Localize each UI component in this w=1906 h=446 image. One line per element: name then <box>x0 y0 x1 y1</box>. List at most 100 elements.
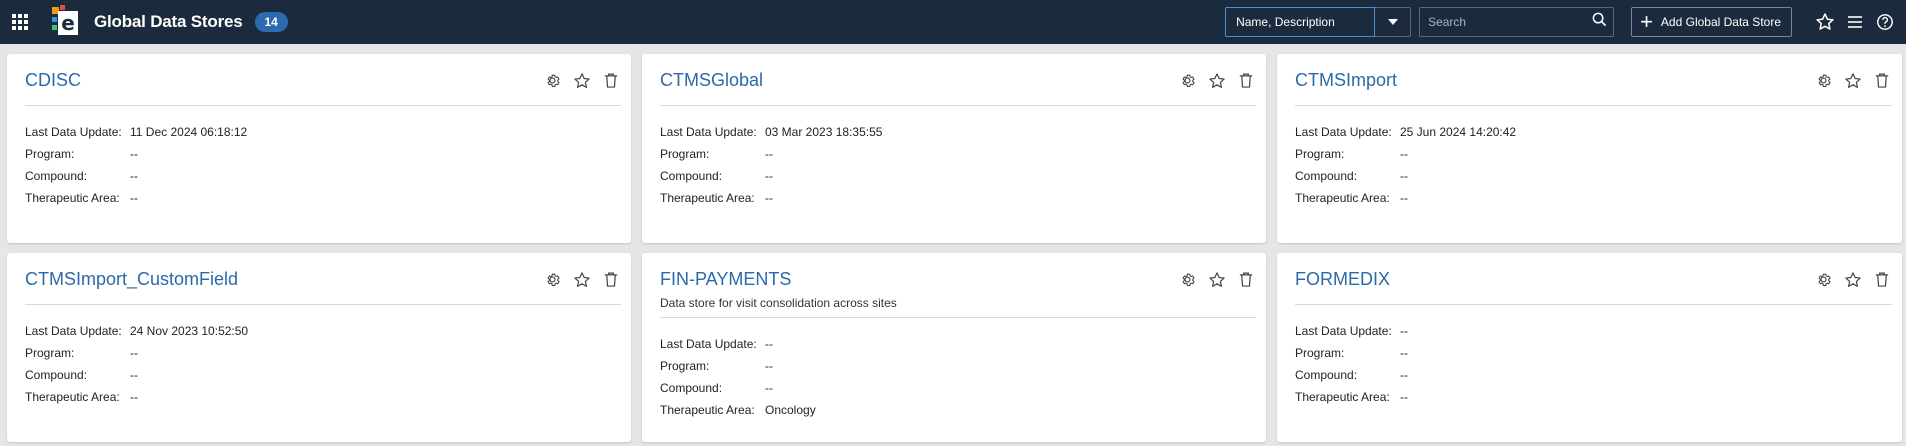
meta-row-therapeutic-area: Therapeutic Area: Oncology <box>660 399 1256 421</box>
meta-row-therapeutic-area: Therapeutic Area: -- <box>660 187 1256 209</box>
meta-label-program: Program: <box>660 147 710 161</box>
meta-row-program: Program: -- <box>1295 143 1892 165</box>
meta-value-compound: -- <box>130 169 138 183</box>
card-header: FIN-PAYMENTS Data store for visit consol… <box>660 253 1256 318</box>
meta-value-program: -- <box>1400 147 1408 161</box>
meta-label-therapeutic: Therapeutic Area: <box>25 191 120 205</box>
trash-icon[interactable] <box>1871 269 1892 290</box>
menu-icon[interactable] <box>1844 11 1866 33</box>
trash-icon[interactable] <box>1871 70 1892 91</box>
meta-value-program: -- <box>130 147 138 161</box>
meta-row-compound: Compound: -- <box>25 364 621 386</box>
meta-row-therapeutic-area: Therapeutic Area: -- <box>25 386 621 408</box>
star-icon[interactable] <box>1842 269 1863 290</box>
meta-value-therapeutic: -- <box>130 390 138 404</box>
card-header: CTMSGlobal <box>660 54 1256 106</box>
card-metadata: Last Data Update: -- Program: -- Compoun… <box>660 318 1256 421</box>
trash-icon[interactable] <box>1235 269 1256 290</box>
data-store-card: CTMSImport_CustomField Last Data Update:… <box>7 253 631 442</box>
card-metadata: Last Data Update: 25 Jun 2024 14:20:42 P… <box>1295 106 1892 209</box>
card-title[interactable]: CDISC <box>25 70 81 91</box>
gear-icon[interactable] <box>542 70 563 91</box>
meta-value-therapeutic: -- <box>765 191 773 205</box>
card-metadata: Last Data Update: 03 Mar 2023 18:35:55 P… <box>660 106 1256 209</box>
meta-label-compound: Compound: <box>1295 169 1358 183</box>
data-store-grid: CDISC Last Data Update: 11 Dec 2024 06:1… <box>0 44 1906 442</box>
data-store-card: CTMSImport Last Data Update: 25 Jun 2024… <box>1277 54 1902 243</box>
card-metadata: Last Data Update: 24 Nov 2023 10:52:50 P… <box>25 305 621 408</box>
meta-value-therapeutic: -- <box>1400 191 1408 205</box>
meta-value-compound: -- <box>765 381 773 395</box>
card-title[interactable]: CTMSImport_CustomField <box>25 269 238 290</box>
card-actions <box>1813 70 1892 91</box>
star-icon[interactable] <box>1206 70 1227 91</box>
meta-label-compound: Compound: <box>1295 368 1358 382</box>
gear-icon[interactable] <box>542 269 563 290</box>
meta-label-program: Program: <box>1295 346 1345 360</box>
search-input[interactable] <box>1428 15 1593 29</box>
top-bar: e Global Data Stores 14 Name, Descriptio… <box>0 0 1906 44</box>
page-title: Global Data Stores <box>94 12 243 31</box>
meta-row-therapeutic-area: Therapeutic Area: -- <box>1295 187 1892 209</box>
gear-icon[interactable] <box>1177 269 1198 290</box>
card-header: CTMSImport <box>1295 54 1892 106</box>
add-button-label: Add Global Data Store <box>1660 15 1781 29</box>
meta-label-compound: Compound: <box>660 169 723 183</box>
add-global-data-store-button[interactable]: + Add Global Data Store <box>1631 7 1792 37</box>
trash-icon[interactable] <box>600 269 621 290</box>
meta-value-last-update: 24 Nov 2023 10:52:50 <box>130 324 249 338</box>
card-header: CTMSImport_CustomField <box>25 253 621 305</box>
meta-row-compound: Compound: -- <box>660 377 1256 399</box>
search-box <box>1419 7 1615 37</box>
meta-row-compound: Compound: -- <box>1295 364 1892 386</box>
meta-row-last-update: Last Data Update: 03 Mar 2023 18:35:55 <box>660 121 1256 143</box>
meta-value-program: -- <box>130 346 138 360</box>
gear-icon[interactable] <box>1177 70 1198 91</box>
meta-row-compound: Compound: -- <box>660 165 1256 187</box>
help-icon[interactable] <box>1874 11 1896 33</box>
meta-row-compound: Compound: -- <box>1295 165 1892 187</box>
meta-label-therapeutic: Therapeutic Area: <box>1295 390 1390 404</box>
meta-label-program: Program: <box>660 359 710 373</box>
meta-value-program: -- <box>1400 346 1408 360</box>
meta-label-therapeutic: Therapeutic Area: <box>660 403 755 417</box>
star-icon[interactable] <box>571 269 592 290</box>
star-icon[interactable] <box>1842 70 1863 91</box>
card-title[interactable]: FORMEDIX <box>1295 269 1390 290</box>
card-title[interactable]: FIN-PAYMENTS <box>660 269 897 290</box>
meta-label-last-update: Last Data Update: <box>1295 324 1392 338</box>
card-description: Data store for visit consolidation acros… <box>660 296 897 310</box>
app-grid-icon[interactable] <box>12 14 28 30</box>
meta-row-last-update: Last Data Update: 24 Nov 2023 10:52:50 <box>25 320 621 342</box>
meta-row-last-update: Last Data Update: 25 Jun 2024 14:20:42 <box>1295 121 1892 143</box>
meta-label-program: Program: <box>1295 147 1345 161</box>
card-header: FORMEDIX <box>1295 253 1892 305</box>
star-icon[interactable] <box>1206 269 1227 290</box>
search-field-select[interactable]: Name, Description <box>1225 7 1376 37</box>
card-actions <box>1813 269 1892 290</box>
trash-icon[interactable] <box>600 70 621 91</box>
gear-icon[interactable] <box>1813 70 1834 91</box>
meta-label-compound: Compound: <box>25 169 88 183</box>
meta-label-therapeutic: Therapeutic Area: <box>1295 191 1390 205</box>
star-icon[interactable] <box>1814 11 1836 33</box>
card-metadata: Last Data Update: -- Program: -- Compoun… <box>1295 305 1892 408</box>
meta-value-compound: -- <box>1400 368 1408 382</box>
card-title[interactable]: CTMSGlobal <box>660 70 763 91</box>
search-icon[interactable] <box>1592 12 1607 32</box>
gear-icon[interactable] <box>1813 269 1834 290</box>
meta-value-last-update: 11 Dec 2024 06:18:12 <box>130 125 248 139</box>
star-icon[interactable] <box>571 70 592 91</box>
meta-value-compound: -- <box>130 368 138 382</box>
meta-label-last-update: Last Data Update: <box>660 125 757 139</box>
meta-label-last-update: Last Data Update: <box>25 125 122 139</box>
chevron-down-icon[interactable] <box>1375 7 1412 37</box>
count-badge: 14 <box>254 12 288 32</box>
meta-value-compound: -- <box>765 169 773 183</box>
meta-label-last-update: Last Data Update: <box>1295 125 1392 139</box>
meta-row-program: Program: -- <box>660 143 1256 165</box>
card-title[interactable]: CTMSImport <box>1295 70 1397 91</box>
meta-row-therapeutic-area: Therapeutic Area: -- <box>1295 386 1892 408</box>
meta-value-program: -- <box>765 359 773 373</box>
trash-icon[interactable] <box>1235 70 1256 91</box>
